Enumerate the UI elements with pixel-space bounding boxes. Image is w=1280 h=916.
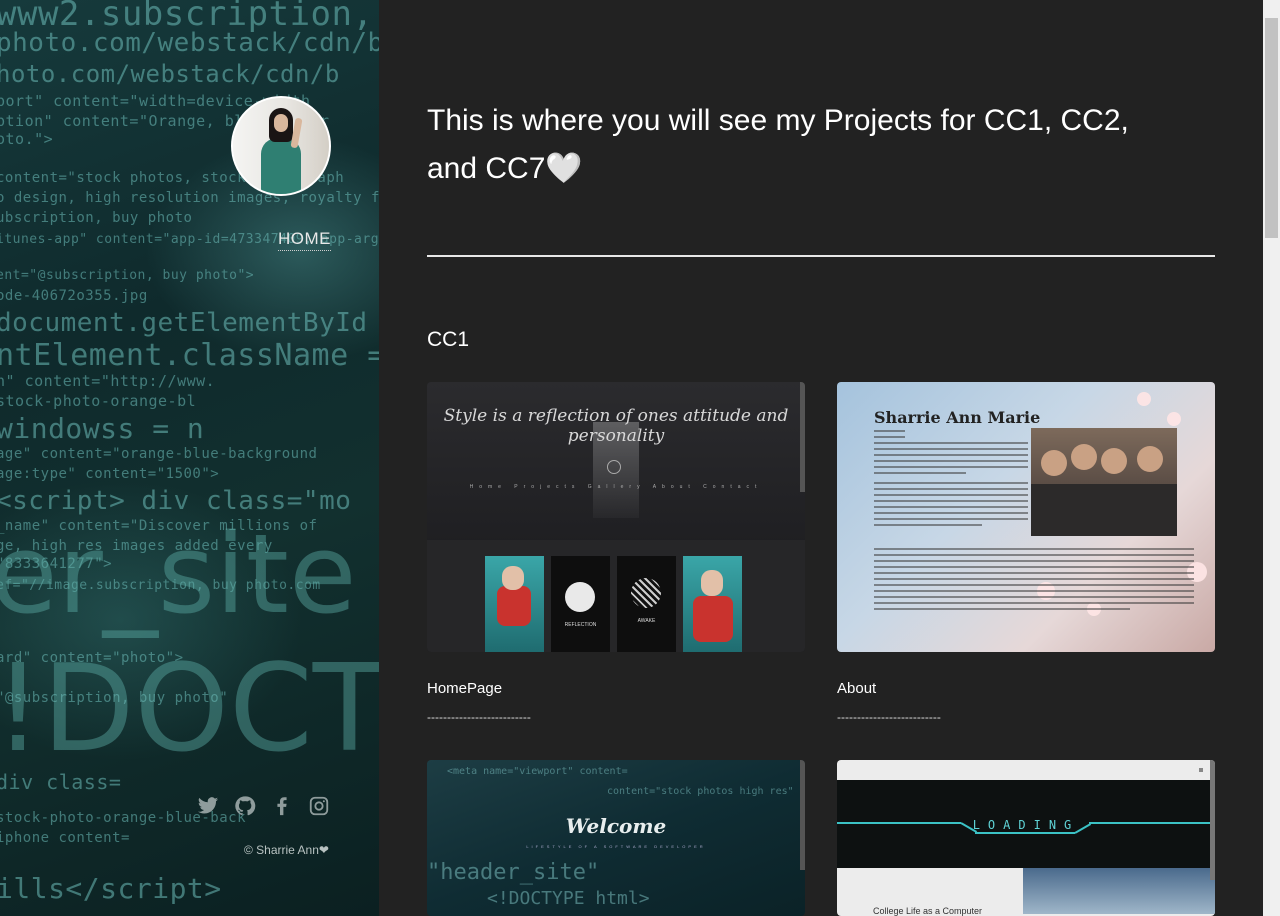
thumbnail-title: Welcome (565, 814, 667, 838)
instagram-icon[interactable] (307, 794, 330, 817)
page-title-text: This is where you will see my Projects f… (427, 104, 1129, 185)
section-title-cc1: CC1 (427, 328, 470, 351)
facebook-icon[interactable] (270, 794, 293, 817)
twitter-icon[interactable] (196, 794, 219, 817)
page-title: This is where you will see my Projects f… (427, 97, 1187, 193)
project-card-homepage[interactable]: Style is a reflection of ones attitude a… (427, 382, 805, 724)
poster-label: REFLECTION (564, 622, 597, 628)
main-content: This is where you will see my Projects f… (379, 0, 1263, 916)
card-title[interactable]: HomePage (427, 680, 502, 697)
thumbnail-title: LOADING (972, 818, 1080, 832)
project-thumbnail[interactable]: LOADING College Life as a Computer (837, 760, 1215, 916)
thumbnail-name: Sharrie Ann Marie (874, 408, 1041, 427)
scrollbar-thumb[interactable] (1265, 18, 1278, 238)
copyright-text: © Sharrie Ann (244, 843, 319, 857)
white-heart-icon: 🤍 (545, 152, 583, 185)
project-card-about[interactable]: Sharrie Ann Marie About ----------------… (837, 382, 1215, 724)
card-separator: -------------------------- (427, 710, 531, 724)
avatar (231, 96, 331, 196)
project-card-welcome[interactable]: <meta name="viewport" content= content="… (427, 760, 805, 916)
sidebar: www2.subscription, buy p photo.com/webst… (0, 0, 379, 916)
thumbnail-quote: Style is a reflection of ones attitude a… (443, 406, 789, 446)
copyright: © Sharrie Ann❤ (244, 843, 329, 857)
project-thumbnail[interactable]: Style is a reflection of ones attitude a… (427, 382, 805, 652)
heart-icon: ❤ (318, 843, 329, 857)
github-icon[interactable] (233, 794, 256, 817)
card-title[interactable]: About (837, 680, 876, 697)
project-thumbnail[interactable]: Sharrie Ann Marie (837, 382, 1215, 652)
poster-label: AWAKE (637, 618, 656, 624)
project-card-loading[interactable]: LOADING College Life as a Computer (837, 760, 1215, 916)
project-thumbnail[interactable]: <meta name="viewport" content= content="… (427, 760, 805, 916)
nav-home-link[interactable]: HOME (278, 229, 331, 251)
social-links (196, 794, 330, 817)
page-scrollbar[interactable] (1263, 0, 1280, 916)
card-separator: -------------------------- (837, 710, 941, 724)
divider (427, 255, 1215, 257)
